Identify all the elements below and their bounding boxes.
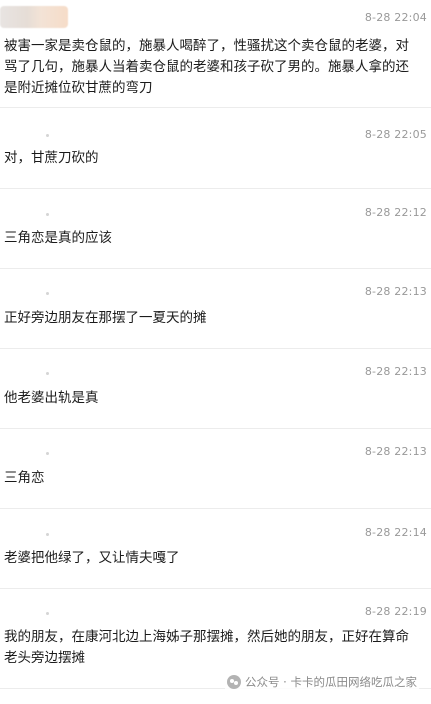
comment-text: 正好旁边朋友在那摆了一夏天的摊 — [4, 310, 207, 326]
comment-timestamp: 8-28 22:04 — [364, 11, 427, 24]
comment-text: 对，甘蔗刀砍的 — [4, 150, 99, 166]
avatar[interactable] — [46, 213, 49, 216]
avatar[interactable] — [0, 6, 68, 28]
comment-timestamp: 8-28 22:14 — [364, 526, 427, 539]
comment-text: 三角恋 — [4, 470, 45, 486]
watermark: 公众号 · 卡卡的瓜田网络吃瓜之家 — [225, 672, 419, 692]
comment-timestamp: 8-28 22:19 — [364, 605, 427, 618]
watermark-text: 公众号 · 卡卡的瓜田网络吃瓜之家 — [245, 675, 417, 689]
comment-timestamp: 8-28 22:12 — [364, 206, 427, 219]
comment-item: 8-28 22:13 他老婆出轨是真 — [0, 349, 431, 429]
comment-text: 老婆把他绿了，又让情夫嘎了 — [4, 550, 180, 566]
comment-item: 8-28 22:04 被害一家是卖仓鼠的，施暴人喝醉了，性骚扰这个卖仓鼠的老婆，… — [0, 0, 431, 106]
comment-timestamp: 8-28 22:13 — [364, 365, 427, 378]
comment-item: 8-28 22:13 三角恋 — [0, 429, 431, 509]
comment-timestamp: 8-28 22:05 — [364, 128, 427, 141]
comment-item: 8-28 22:05 对，甘蔗刀砍的 — [0, 108, 431, 188]
comment-timestamp: 8-28 22:13 — [364, 445, 427, 458]
comment-text: 他老婆出轨是真 — [4, 390, 99, 406]
avatar[interactable] — [46, 612, 49, 615]
wechat-icon — [227, 675, 242, 689]
avatar[interactable] — [46, 292, 49, 295]
avatar[interactable] — [46, 452, 49, 455]
avatar[interactable] — [46, 372, 49, 375]
comment-item: 8-28 22:13 正好旁边朋友在那摆了一夏天的摊 — [0, 269, 431, 349]
comment-timestamp: 8-28 22:13 — [364, 285, 427, 298]
avatar[interactable] — [46, 134, 49, 137]
comment-text: 我的朋友，在康河北边上海姊子那摆摊，然后她的朋友，正好在算命老头旁边摆摊 — [4, 629, 409, 666]
comment-item: 8-28 22:12 三角恋是真的应该 — [0, 189, 431, 269]
comment-item: 8-28 22:14 老婆把他绿了，又让情夫嘎了 — [0, 509, 431, 589]
avatar[interactable] — [46, 533, 49, 536]
comment-text: 被害一家是卖仓鼠的，施暴人喝醉了，性骚扰这个卖仓鼠的老婆，对骂了几句，施暴人当着… — [4, 38, 409, 96]
comment-text: 三角恋是真的应该 — [4, 230, 112, 246]
